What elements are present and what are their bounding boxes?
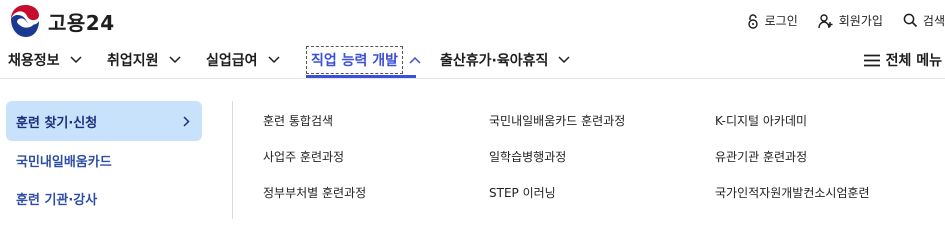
nav-item-label: 직업 능력 개발 [306, 46, 404, 74]
nav-item-label: 실업급여 [206, 53, 258, 69]
submenu-link[interactable]: 일학습병행과정 [489, 148, 566, 165]
active-tab-indicator [306, 75, 416, 78]
nav-item-unemployment-benefits[interactable]: 실업급여 [206, 42, 280, 78]
all-menu-label: 전체 메뉴 [885, 53, 942, 69]
submenu-sidebar: 훈련 찾기·신청 국민내일배움카드 훈련 기관·강사 [6, 101, 202, 217]
search-label: 검색 [922, 14, 945, 28]
chevron-down-icon [70, 56, 82, 64]
main-nav: 채용정보 취업지원 실업급여 직업 능력 개발 출산휴가·육아휴직 전체 메뉴 [0, 42, 945, 79]
nav-item-maternity-childcare-leave[interactable]: 출산휴가·육아휴직 [440, 42, 570, 78]
chevron-down-icon [268, 56, 280, 64]
submenu-link[interactable]: 훈련 통합검색 [263, 112, 333, 129]
submenu-link[interactable]: STEP 이러닝 [489, 184, 556, 201]
login-link[interactable]: 로그인 [746, 12, 798, 29]
sidebar-item-label: 훈련 기관·강사 [16, 192, 98, 208]
signup-link[interactable]: 회원가입 [818, 12, 883, 29]
submenu-link[interactable]: 정부부처별 훈련과정 [263, 184, 366, 201]
add-user-icon [818, 13, 833, 28]
nav-item-employment-support[interactable]: 취업지원 [107, 42, 181, 78]
all-menu-button[interactable]: 전체 메뉴 [863, 42, 942, 78]
sidebar-item-training-card[interactable]: 국민내일배움카드 [6, 141, 202, 179]
login-label: 로그인 [764, 14, 798, 28]
sidebar-item-institutions-instructors[interactable]: 훈련 기관·강사 [6, 179, 202, 217]
submenu-link[interactable]: 국민내일배움카드 훈련과정 [489, 112, 625, 129]
chevron-down-icon [558, 56, 570, 64]
submenu-link[interactable]: 유관기관 훈련과정 [715, 148, 807, 165]
government-emblem-icon [8, 4, 42, 38]
submenu-divider [232, 101, 233, 219]
signup-label: 회원가입 [838, 14, 883, 28]
top-bar: 고용24 로그인 회원가입 검색 [0, 0, 945, 42]
chevron-down-icon [169, 56, 181, 64]
sidebar-item-label: 훈련 찾기·신청 [16, 115, 98, 131]
nav-item-label: 취업지원 [107, 53, 159, 69]
submenu-link[interactable]: 사업주 훈련과정 [263, 148, 344, 165]
nav-item-vocational-training[interactable]: 직업 능력 개발 [306, 42, 421, 78]
submenu-panel: 훈련 찾기·신청 국민내일배움카드 훈련 기관·강사 훈련 통합검색 국민내일배… [0, 79, 945, 219]
lock-icon [747, 13, 758, 29]
nav-item-label: 채용정보 [8, 53, 60, 69]
sidebar-item-find-training[interactable]: 훈련 찾기·신청 [6, 101, 202, 141]
search-link[interactable]: 검색 [903, 12, 945, 29]
utility-nav: 로그인 회원가입 검색 [726, 12, 945, 29]
chevron-up-icon [409, 56, 421, 64]
site-logo[interactable]: 고용24 [8, 4, 115, 38]
nav-item-label: 출산휴가·육아휴직 [440, 53, 549, 69]
nav-item-jobs[interactable]: 채용정보 [8, 42, 82, 78]
submenu-link[interactable]: 국가인적자원개발컨소시엄훈련 [715, 184, 870, 201]
sidebar-item-label: 국민내일배움카드 [16, 154, 112, 170]
submenu-link[interactable]: K-디지털 아카데미 [715, 112, 807, 129]
logo-text: 고용24 [48, 10, 115, 35]
hamburger-menu-icon [863, 54, 880, 66]
chevron-right-icon [183, 115, 190, 127]
search-icon [903, 13, 917, 28]
